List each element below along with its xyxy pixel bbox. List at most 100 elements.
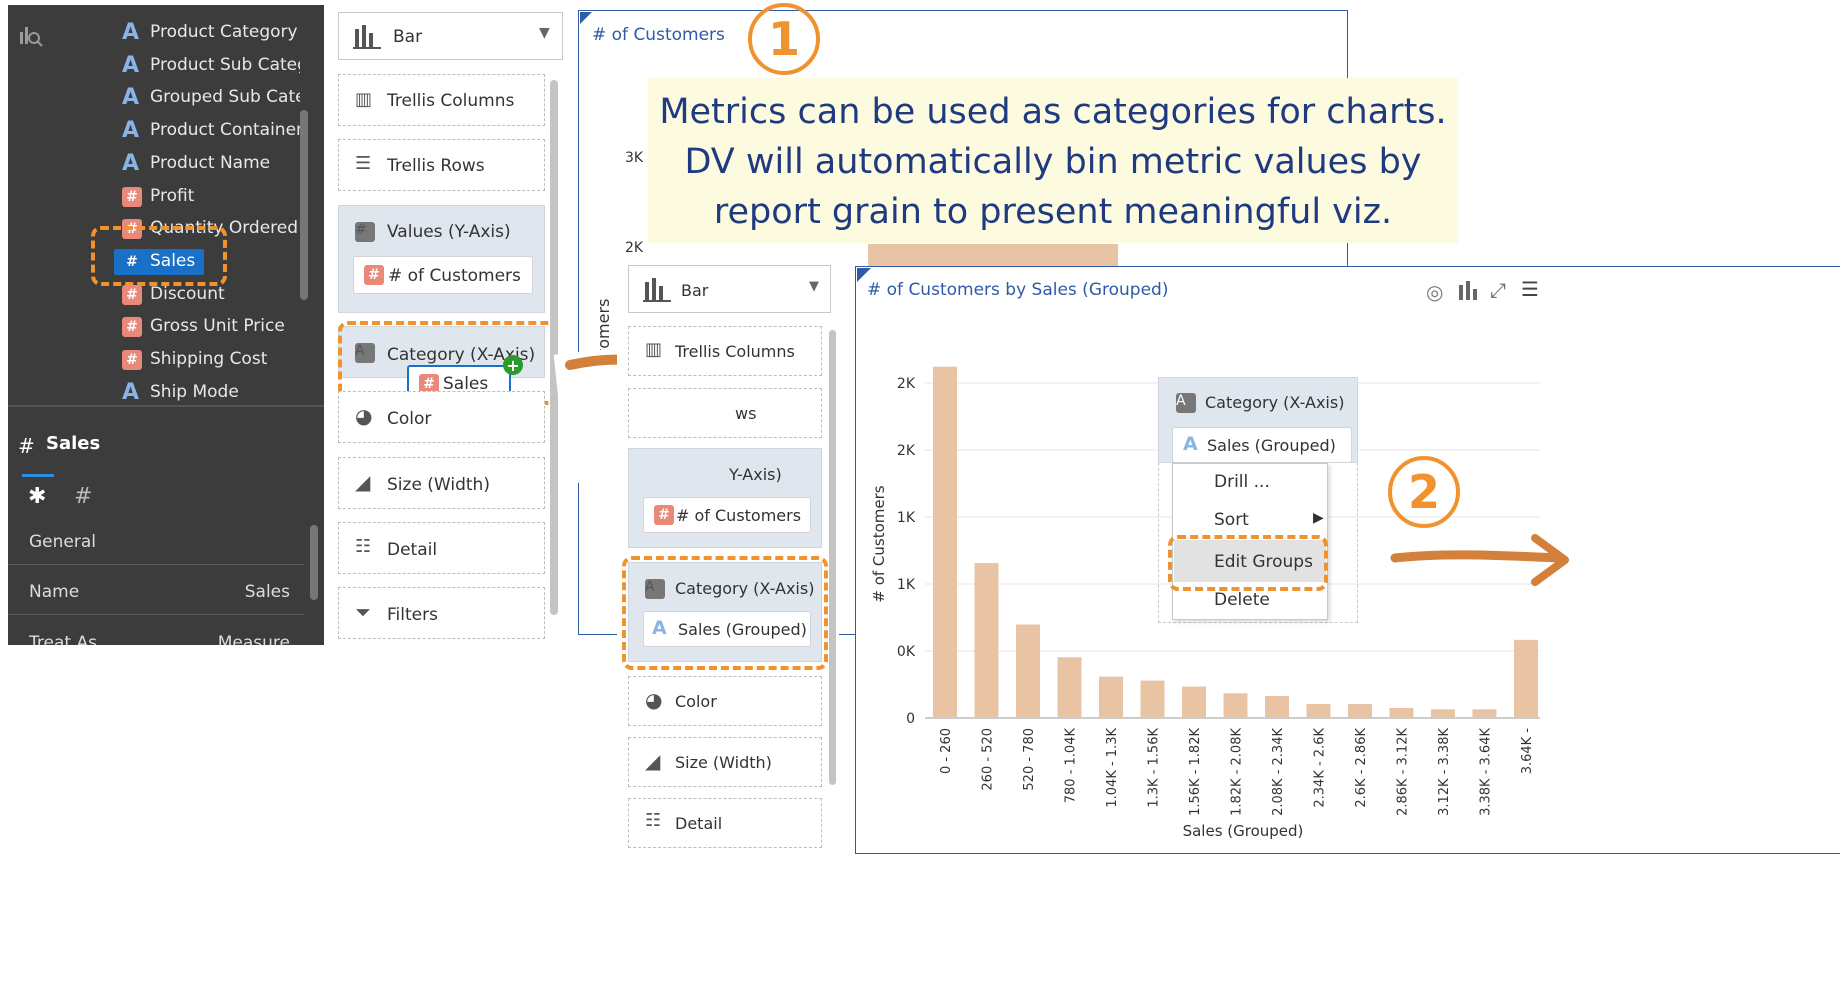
bar[interactable] (1265, 695, 1289, 718)
bar[interactable] (974, 563, 999, 718)
menu-sort[interactable]: Sort (1172, 510, 1328, 530)
popup-pill[interactable]: A Sales (Grouped) (1172, 427, 1352, 463)
bar[interactable] (1431, 709, 1455, 718)
general-tab-icon[interactable]: ✱ (28, 484, 46, 509)
chart-type-icon[interactable] (1458, 280, 1478, 304)
field-item[interactable]: A Grouped Sub Categ (114, 85, 300, 113)
left-scrollbar[interactable] (300, 110, 308, 300)
trellis-columns-well[interactable]: ▥ Trellis Columns (338, 74, 545, 126)
bar[interactable] (1099, 676, 1123, 718)
x-tick-label: 2.6K - 2.86K (1354, 728, 1369, 808)
measure-hash-icon: # (364, 265, 384, 285)
attribute-icon: A (122, 118, 140, 144)
color-well-2[interactable]: ◕ Color (628, 676, 822, 726)
property-value: Measure (217, 633, 290, 645)
trellis-columns-well-2[interactable]: ▥ Trellis Columns (628, 326, 822, 376)
x-tick-label: 3.38K - 3.64K (1479, 728, 1494, 816)
menu-drill[interactable]: Drill ... (1172, 472, 1328, 492)
x-axis-label: Sales (Grouped) (1183, 822, 1304, 840)
menu-icon[interactable]: ☰ (1521, 277, 1539, 301)
palette-icon: ◕ (355, 404, 373, 428)
field-item[interactable]: # Shipping Cost (114, 347, 300, 375)
field-item[interactable]: A Product Category (114, 20, 300, 48)
detail-well[interactable]: ☷ Detail (338, 522, 545, 574)
size-well[interactable]: ◢ Size (Width) (338, 457, 545, 509)
trellis-rows-well-2[interactable]: ws (628, 388, 822, 438)
y-tick-label: 0K (897, 644, 916, 660)
field-item[interactable]: A Product Name (114, 151, 300, 179)
chevron-down-icon: ▼ (539, 25, 550, 41)
field-item[interactable]: # Profit (114, 184, 300, 212)
chart1-ytick: 3K (625, 150, 644, 166)
chart1-corner (580, 12, 592, 24)
bar[interactable] (1472, 709, 1497, 718)
bar[interactable] (1306, 703, 1331, 718)
color-label: Color (387, 409, 432, 429)
chart-type-select-2[interactable]: Bar ▼ (628, 265, 831, 313)
bar[interactable] (1140, 680, 1165, 718)
field-label: Profit (150, 185, 195, 206)
chart-type-label: Bar (681, 281, 709, 300)
field-label: Discount (150, 283, 225, 304)
field-label: Grouped Sub Categ (150, 87, 300, 108)
field-item[interactable]: # Gross Unit Price (114, 314, 300, 342)
bar[interactable] (1223, 693, 1248, 718)
color-label: Color (675, 692, 717, 711)
y-tick-label: 2K (897, 443, 916, 459)
filters-well[interactable]: ⏷ Filters (338, 587, 545, 639)
measure-hash-icon: # (122, 186, 142, 207)
values-well-2[interactable]: Y-Axis) # # of Customers (628, 448, 822, 548)
submenu-arrow-icon: ▶ (1313, 510, 1324, 526)
measure-hash-icon: # (122, 350, 142, 370)
bar[interactable] (1389, 707, 1414, 718)
size-well-2[interactable]: ◢ Size (Width) (628, 737, 822, 787)
field-label: Shipping Cost (150, 349, 268, 369)
field-item[interactable]: A Ship Mode (114, 380, 300, 408)
bar-chart-icon (643, 278, 671, 302)
attribute-icon: A (122, 379, 140, 405)
x-tick-label: 2.34K - 2.6K (1313, 728, 1328, 808)
trellis-columns-label: Trellis Columns (387, 91, 515, 111)
grammar-scrollbar-2[interactable] (829, 330, 836, 785)
trellis-rows-well[interactable]: ☰ Trellis Rows (338, 139, 545, 191)
data-panel-icon[interactable] (18, 22, 44, 48)
chart1-ytick: 2K (625, 240, 644, 252)
customers-pill-2[interactable]: # # of Customers (643, 497, 811, 533)
popup-pill-label: Sales (Grouped) (1207, 436, 1336, 455)
bar[interactable] (933, 366, 957, 718)
field-item[interactable]: A Product Sub Catego (114, 53, 300, 81)
add-plus-icon: + (503, 355, 523, 375)
customers-pill[interactable]: # # of Customers (353, 256, 533, 294)
x-tick-label: 780 - 1.04K (1064, 728, 1079, 804)
x-tick-label: 3.12K - 3.38K (1437, 728, 1452, 816)
callout-line-2: DV will automatically bin metric values … (684, 142, 1422, 182)
detail-well-2[interactable]: ☷ Detail (628, 798, 822, 848)
step-2-number: 2 (1407, 465, 1440, 519)
chart-type-select[interactable]: Bar ▼ (338, 12, 563, 60)
bar[interactable] (1348, 703, 1372, 718)
values-well[interactable]: # Values (Y-Axis) # # of Customers (338, 205, 545, 313)
bar[interactable] (1514, 639, 1538, 718)
maximize-icon[interactable]: ⤢ (1490, 278, 1506, 302)
field-item[interactable]: A Product Container (114, 118, 300, 146)
trellis-columns-icon: ▥ (355, 89, 373, 110)
menu-delete[interactable]: Delete (1172, 590, 1328, 610)
color-well[interactable]: ◕ Color (338, 391, 545, 443)
bar[interactable] (1016, 624, 1040, 718)
y-tick-label: 0 (906, 711, 915, 727)
x-tick-label: 0 - 260 (939, 728, 954, 774)
measure-hash-icon: # (122, 284, 142, 305)
right-arrow-icon (1390, 534, 1569, 586)
number-format-tab-icon[interactable]: # (74, 484, 92, 509)
step-2-badge: 2 (1388, 456, 1460, 528)
bar[interactable] (1057, 657, 1082, 718)
props-scrollbar[interactable] (310, 525, 318, 600)
grammar-scrollbar[interactable] (550, 80, 558, 615)
chart1-title: # of Customers (592, 25, 725, 45)
trellis-rows-fragment: ws (735, 404, 757, 423)
attribute-icon: A (122, 85, 140, 111)
detail-label: Detail (387, 540, 438, 560)
bar[interactable] (1182, 686, 1206, 718)
property-label: Name (29, 582, 80, 602)
target-icon[interactable]: ◎ (1426, 280, 1443, 304)
